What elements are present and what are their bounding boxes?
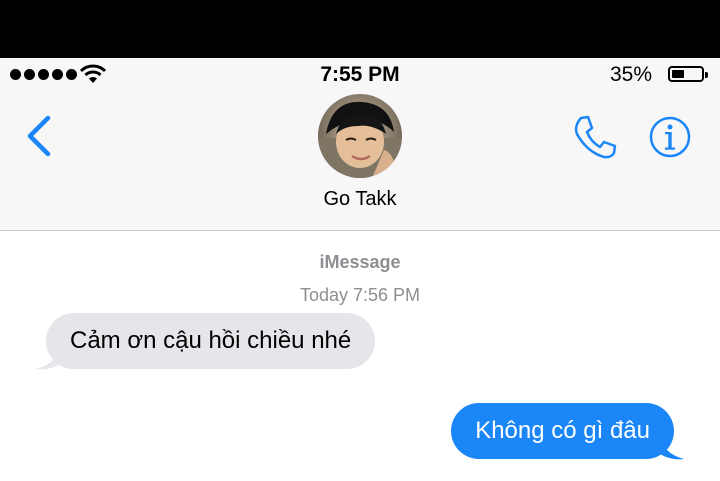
top-black-bar	[0, 0, 720, 58]
contact-avatar[interactable]	[318, 94, 402, 178]
service-label: iMessage	[319, 252, 401, 272]
phone-icon[interactable]	[572, 114, 618, 160]
contact-name[interactable]: Go Takk	[0, 188, 720, 211]
conversation-header: Go Takk	[0, 92, 720, 231]
info-icon[interactable]	[649, 116, 691, 158]
battery-icon	[668, 66, 708, 82]
message-timestamp: Today 7:56 PM	[299, 285, 421, 305]
status-bar: 7:55 PM 35%	[0, 58, 720, 92]
back-chevron-icon[interactable]	[24, 114, 54, 158]
outgoing-message-bubble[interactable]: Không có gì đâu	[451, 403, 674, 459]
battery-percentage: 35%	[609, 63, 652, 86]
incoming-message-bubble[interactable]: Cảm ơn cậu hồi chiều nhé	[46, 313, 376, 369]
